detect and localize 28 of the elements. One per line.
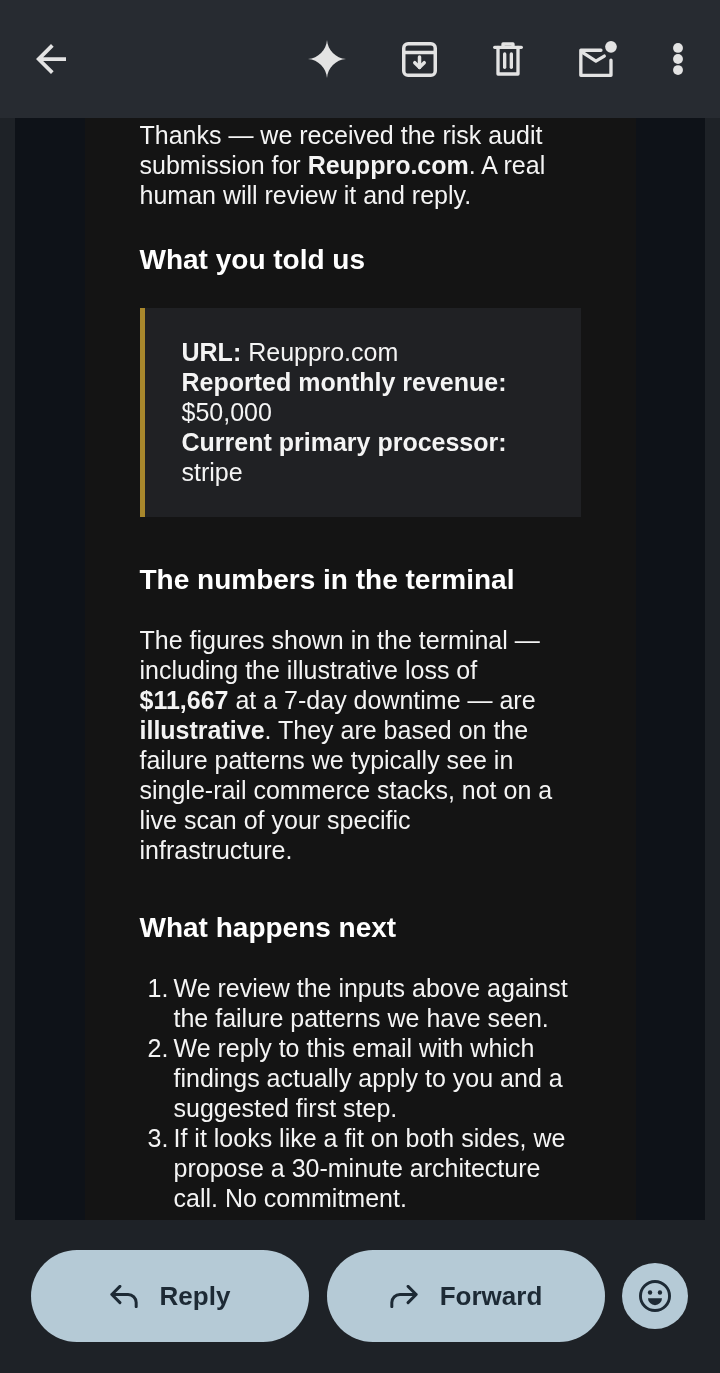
sparkle-icon[interactable] [308,40,346,78]
list-item-text: We reply to this email with which findings actually apply to you and a suggested first step. [173,1033,564,1123]
field-value: $50,000 [181,398,272,426]
forward-arrow-icon [389,1284,418,1308]
list-number: 2. [147,1033,170,1064]
section-heading: The numbers in the terminal [139,563,516,597]
field-label: Current primary processor: [181,428,507,456]
archive-icon[interactable] [402,41,437,77]
back-arrow-icon[interactable] [36,44,66,74]
field-value: stripe [181,458,243,486]
reply-button[interactable]: Reply [31,1250,309,1342]
field-label: URL: [181,338,242,366]
list-number: 3. [147,1123,170,1154]
list-item-text: We review the inputs above against the failure patterns we have seen. [173,973,569,1033]
list-number: 1. [147,973,170,1004]
envelope-dot-icon[interactable] [579,41,617,77]
field-value: Reuppro.com [248,338,399,366]
forward-button[interactable]: Forward [327,1250,605,1342]
reply-arrow-icon [109,1284,138,1308]
body-paragraph: The figures shown in the terminal — including the illustrative loss of $11,667 at a 7-day downtime — are illustrative. They are based on the failure patterns we typically see in single-rail commerce stacks, not on a live scan of your specific infrastructure. [139,625,554,865]
more-icon[interactable] [673,43,683,75]
section-heading: What you told us [139,243,367,277]
section-heading: What happens next [139,911,398,945]
list-item-text: If it looks like a fit on both sides, we propose a 30-minute architecture call. No commitment. [173,1123,567,1213]
trash-icon[interactable] [493,42,523,76]
intro-paragraph: Thanks — we received the risk audit submission for Reuppro.com. A real human will review it and reply. [139,120,547,210]
smiley-icon [639,1280,671,1312]
field-label: Reported monthly revenue: [181,368,507,396]
